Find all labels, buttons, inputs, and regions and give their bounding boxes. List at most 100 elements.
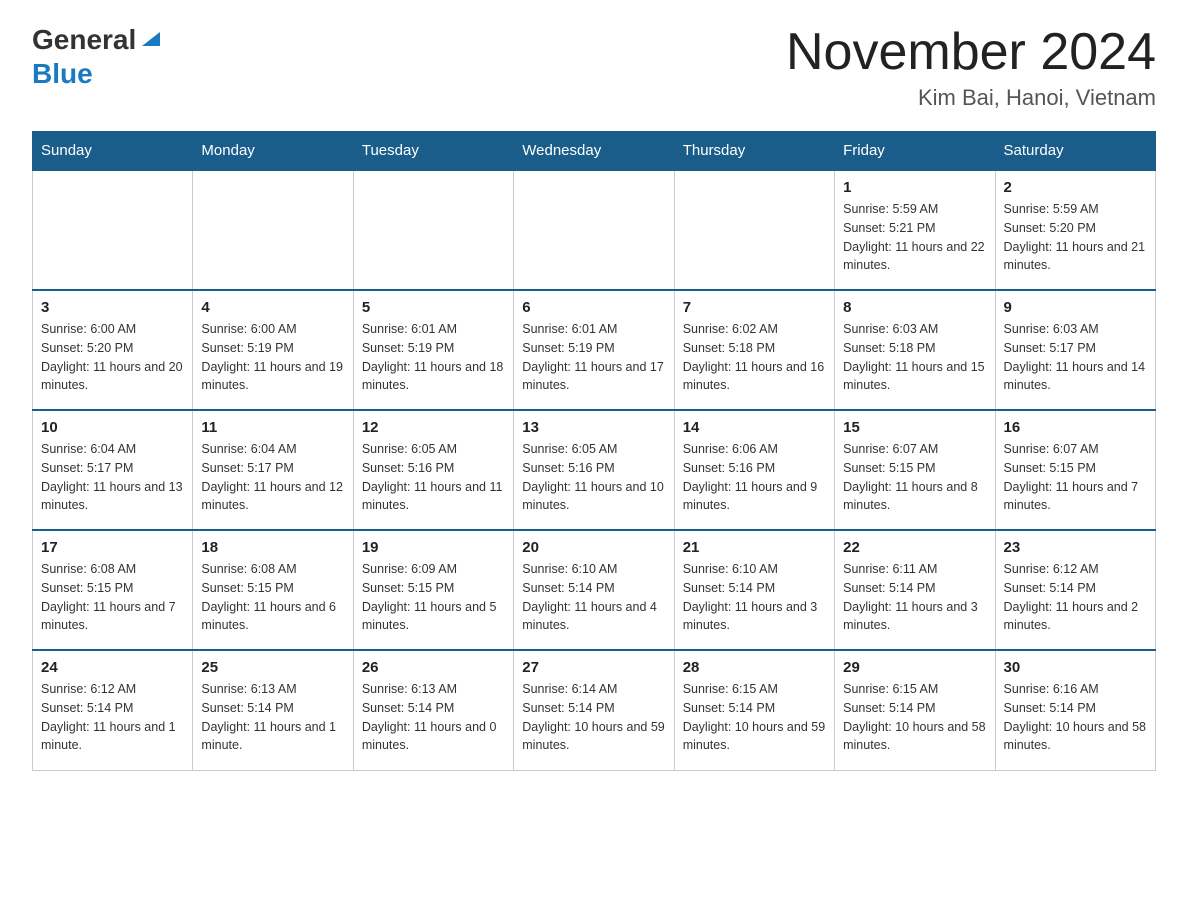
calendar-table: SundayMondayTuesdayWednesdayThursdayFrid… bbox=[32, 131, 1156, 771]
calendar-cell bbox=[193, 170, 353, 290]
day-number: 7 bbox=[683, 299, 826, 316]
day-number: 12 bbox=[362, 419, 505, 436]
day-info: Sunrise: 5:59 AMSunset: 5:21 PMDaylight:… bbox=[843, 200, 986, 275]
day-number: 9 bbox=[1004, 299, 1147, 316]
calendar-cell: 30 Sunrise: 6:16 AMSunset: 5:14 PMDayligh… bbox=[995, 650, 1155, 770]
day-info: Sunrise: 6:16 AMSunset: 5:14 PMDaylight:… bbox=[1004, 680, 1147, 755]
calendar-cell: 23 Sunrise: 6:12 AMSunset: 5:14 PMDayligh… bbox=[995, 530, 1155, 650]
day-number: 4 bbox=[201, 299, 344, 316]
calendar-cell: 14Sunrise: 6:06 AMSunset: 5:16 PMDayligh… bbox=[674, 410, 834, 530]
calendar-cell: 7Sunrise: 6:02 AMSunset: 5:18 PMDaylight… bbox=[674, 290, 834, 410]
calendar-cell: 2 Sunrise: 5:59 AMSunset: 5:20 PMDaylight… bbox=[995, 170, 1155, 290]
calendar-cell bbox=[33, 170, 193, 290]
title-section: November 2024 Kim Bai, Hanoi, Vietnam bbox=[786, 24, 1156, 111]
day-info: Sunrise: 6:10 AMSunset: 5:14 PMDaylight:… bbox=[683, 560, 826, 635]
calendar-cell: 21 Sunrise: 6:10 AMSunset: 5:14 PMDayligh… bbox=[674, 530, 834, 650]
day-number: 22 bbox=[843, 539, 986, 556]
calendar-cell bbox=[674, 170, 834, 290]
day-info: Sunrise: 6:14 AMSunset: 5:14 PMDaylight:… bbox=[522, 680, 665, 755]
day-number: 8 bbox=[843, 299, 986, 316]
day-number: 27 bbox=[522, 659, 665, 676]
calendar-cell: 25 Sunrise: 6:13 AMSunset: 5:14 PMDayligh… bbox=[193, 650, 353, 770]
day-number: 21 bbox=[683, 539, 826, 556]
calendar-cell: 8 Sunrise: 6:03 AMSunset: 5:18 PMDaylight… bbox=[835, 290, 995, 410]
day-info: Sunrise: 6:07 AMSunset: 5:15 PMDaylight:… bbox=[843, 440, 986, 515]
calendar-cell bbox=[514, 170, 674, 290]
day-info: Sunrise: 6:10 AMSunset: 5:14 PMDaylight:… bbox=[522, 560, 665, 635]
calendar-cell: 16Sunrise: 6:07 AMSunset: 5:15 PMDayligh… bbox=[995, 410, 1155, 530]
day-info: Sunrise: 5:59 AMSunset: 5:20 PMDaylight:… bbox=[1004, 200, 1147, 275]
day-info: Sunrise: 6:08 AMSunset: 5:15 PMDaylight:… bbox=[201, 560, 344, 635]
calendar-cell: 5Sunrise: 6:01 AMSunset: 5:19 PMDaylight… bbox=[353, 290, 513, 410]
calendar-week-row: 1 Sunrise: 5:59 AMSunset: 5:21 PMDaylight… bbox=[33, 170, 1156, 290]
calendar-cell: 4 Sunrise: 6:00 AMSunset: 5:19 PMDaylight… bbox=[193, 290, 353, 410]
calendar-cell: 29 Sunrise: 6:15 AMSunset: 5:14 PMDayligh… bbox=[835, 650, 995, 770]
day-info: Sunrise: 6:13 AMSunset: 5:14 PMDaylight:… bbox=[201, 680, 344, 755]
day-info: Sunrise: 6:15 AMSunset: 5:14 PMDaylight:… bbox=[843, 680, 986, 755]
day-number: 28 bbox=[683, 659, 826, 676]
calendar-cell: 1 Sunrise: 5:59 AMSunset: 5:21 PMDaylight… bbox=[835, 170, 995, 290]
day-info: Sunrise: 6:00 AMSunset: 5:19 PMDaylight:… bbox=[201, 320, 344, 395]
day-of-week-monday: Monday bbox=[193, 132, 353, 171]
logo-triangle-icon bbox=[138, 28, 160, 51]
day-number: 3 bbox=[41, 299, 184, 316]
calendar-cell: 27 Sunrise: 6:14 AMSunset: 5:14 PMDayligh… bbox=[514, 650, 674, 770]
day-number: 25 bbox=[201, 659, 344, 676]
day-info: Sunrise: 6:03 AMSunset: 5:18 PMDaylight:… bbox=[843, 320, 986, 395]
calendar-cell: 11Sunrise: 6:04 AMSunset: 5:17 PMDayligh… bbox=[193, 410, 353, 530]
day-info: Sunrise: 6:13 AMSunset: 5:14 PMDaylight:… bbox=[362, 680, 505, 755]
calendar-cell: 24 Sunrise: 6:12 AMSunset: 5:14 PMDayligh… bbox=[33, 650, 193, 770]
logo-general-text: General bbox=[32, 24, 136, 56]
calendar-cell: 20 Sunrise: 6:10 AMSunset: 5:14 PMDayligh… bbox=[514, 530, 674, 650]
day-info: Sunrise: 6:09 AMSunset: 5:15 PMDaylight:… bbox=[362, 560, 505, 635]
day-number: 17 bbox=[41, 539, 184, 556]
day-info: Sunrise: 6:12 AMSunset: 5:14 PMDaylight:… bbox=[1004, 560, 1147, 635]
day-info: Sunrise: 6:06 AMSunset: 5:16 PMDaylight:… bbox=[683, 440, 826, 515]
calendar-cell: 10 Sunrise: 6:04 AMSunset: 5:17 PMDayligh… bbox=[33, 410, 193, 530]
calendar-cell: 19 Sunrise: 6:09 AMSunset: 5:15 PMDayligh… bbox=[353, 530, 513, 650]
calendar-cell: 28 Sunrise: 6:15 AMSunset: 5:14 PMDayligh… bbox=[674, 650, 834, 770]
calendar-header-row: SundayMondayTuesdayWednesdayThursdayFrid… bbox=[33, 132, 1156, 171]
day-number: 15 bbox=[843, 419, 986, 436]
day-number: 11 bbox=[201, 419, 344, 436]
calendar-cell: 17 Sunrise: 6:08 AMSunset: 5:15 PMDayligh… bbox=[33, 530, 193, 650]
calendar-week-row: 24 Sunrise: 6:12 AMSunset: 5:14 PMDayligh… bbox=[33, 650, 1156, 770]
day-info: Sunrise: 6:05 AMSunset: 5:16 PMDaylight:… bbox=[522, 440, 665, 515]
day-info: Sunrise: 6:05 AMSunset: 5:16 PMDaylight:… bbox=[362, 440, 505, 515]
calendar-cell: 15 Sunrise: 6:07 AMSunset: 5:15 PMDayligh… bbox=[835, 410, 995, 530]
day-of-week-tuesday: Tuesday bbox=[353, 132, 513, 171]
calendar-cell: 13Sunrise: 6:05 AMSunset: 5:16 PMDayligh… bbox=[514, 410, 674, 530]
day-of-week-sunday: Sunday bbox=[33, 132, 193, 171]
day-number: 6 bbox=[522, 299, 665, 316]
calendar-cell: 3Sunrise: 6:00 AMSunset: 5:20 PMDaylight… bbox=[33, 290, 193, 410]
location-subtitle: Kim Bai, Hanoi, Vietnam bbox=[786, 85, 1156, 111]
day-number: 30 bbox=[1004, 659, 1147, 676]
calendar-week-row: 3Sunrise: 6:00 AMSunset: 5:20 PMDaylight… bbox=[33, 290, 1156, 410]
day-info: Sunrise: 6:12 AMSunset: 5:14 PMDaylight:… bbox=[41, 680, 184, 755]
page-header: General Blue November 2024 Kim Bai, Hano… bbox=[32, 24, 1156, 111]
day-info: Sunrise: 6:11 AMSunset: 5:14 PMDaylight:… bbox=[843, 560, 986, 635]
calendar-cell: 12 Sunrise: 6:05 AMSunset: 5:16 PMDayligh… bbox=[353, 410, 513, 530]
day-info: Sunrise: 6:04 AMSunset: 5:17 PMDaylight:… bbox=[41, 440, 184, 515]
day-info: Sunrise: 6:07 AMSunset: 5:15 PMDaylight:… bbox=[1004, 440, 1147, 515]
month-year-title: November 2024 bbox=[786, 24, 1156, 81]
calendar-week-row: 17 Sunrise: 6:08 AMSunset: 5:15 PMDayligh… bbox=[33, 530, 1156, 650]
day-number: 2 bbox=[1004, 179, 1147, 196]
logo-blue-text: Blue bbox=[32, 58, 93, 90]
day-number: 23 bbox=[1004, 539, 1147, 556]
day-number: 20 bbox=[522, 539, 665, 556]
day-of-week-wednesday: Wednesday bbox=[514, 132, 674, 171]
day-info: Sunrise: 6:15 AMSunset: 5:14 PMDaylight:… bbox=[683, 680, 826, 755]
day-number: 1 bbox=[843, 179, 986, 196]
day-info: Sunrise: 6:01 AMSunset: 5:19 PMDaylight:… bbox=[362, 320, 505, 395]
day-info: Sunrise: 6:03 AMSunset: 5:17 PMDaylight:… bbox=[1004, 320, 1147, 395]
day-info: Sunrise: 6:01 AMSunset: 5:19 PMDaylight:… bbox=[522, 320, 665, 395]
calendar-cell bbox=[353, 170, 513, 290]
logo: General Blue bbox=[32, 24, 160, 90]
day-number: 19 bbox=[362, 539, 505, 556]
day-of-week-thursday: Thursday bbox=[674, 132, 834, 171]
day-number: 10 bbox=[41, 419, 184, 436]
day-info: Sunrise: 6:08 AMSunset: 5:15 PMDaylight:… bbox=[41, 560, 184, 635]
day-number: 24 bbox=[41, 659, 184, 676]
day-number: 29 bbox=[843, 659, 986, 676]
